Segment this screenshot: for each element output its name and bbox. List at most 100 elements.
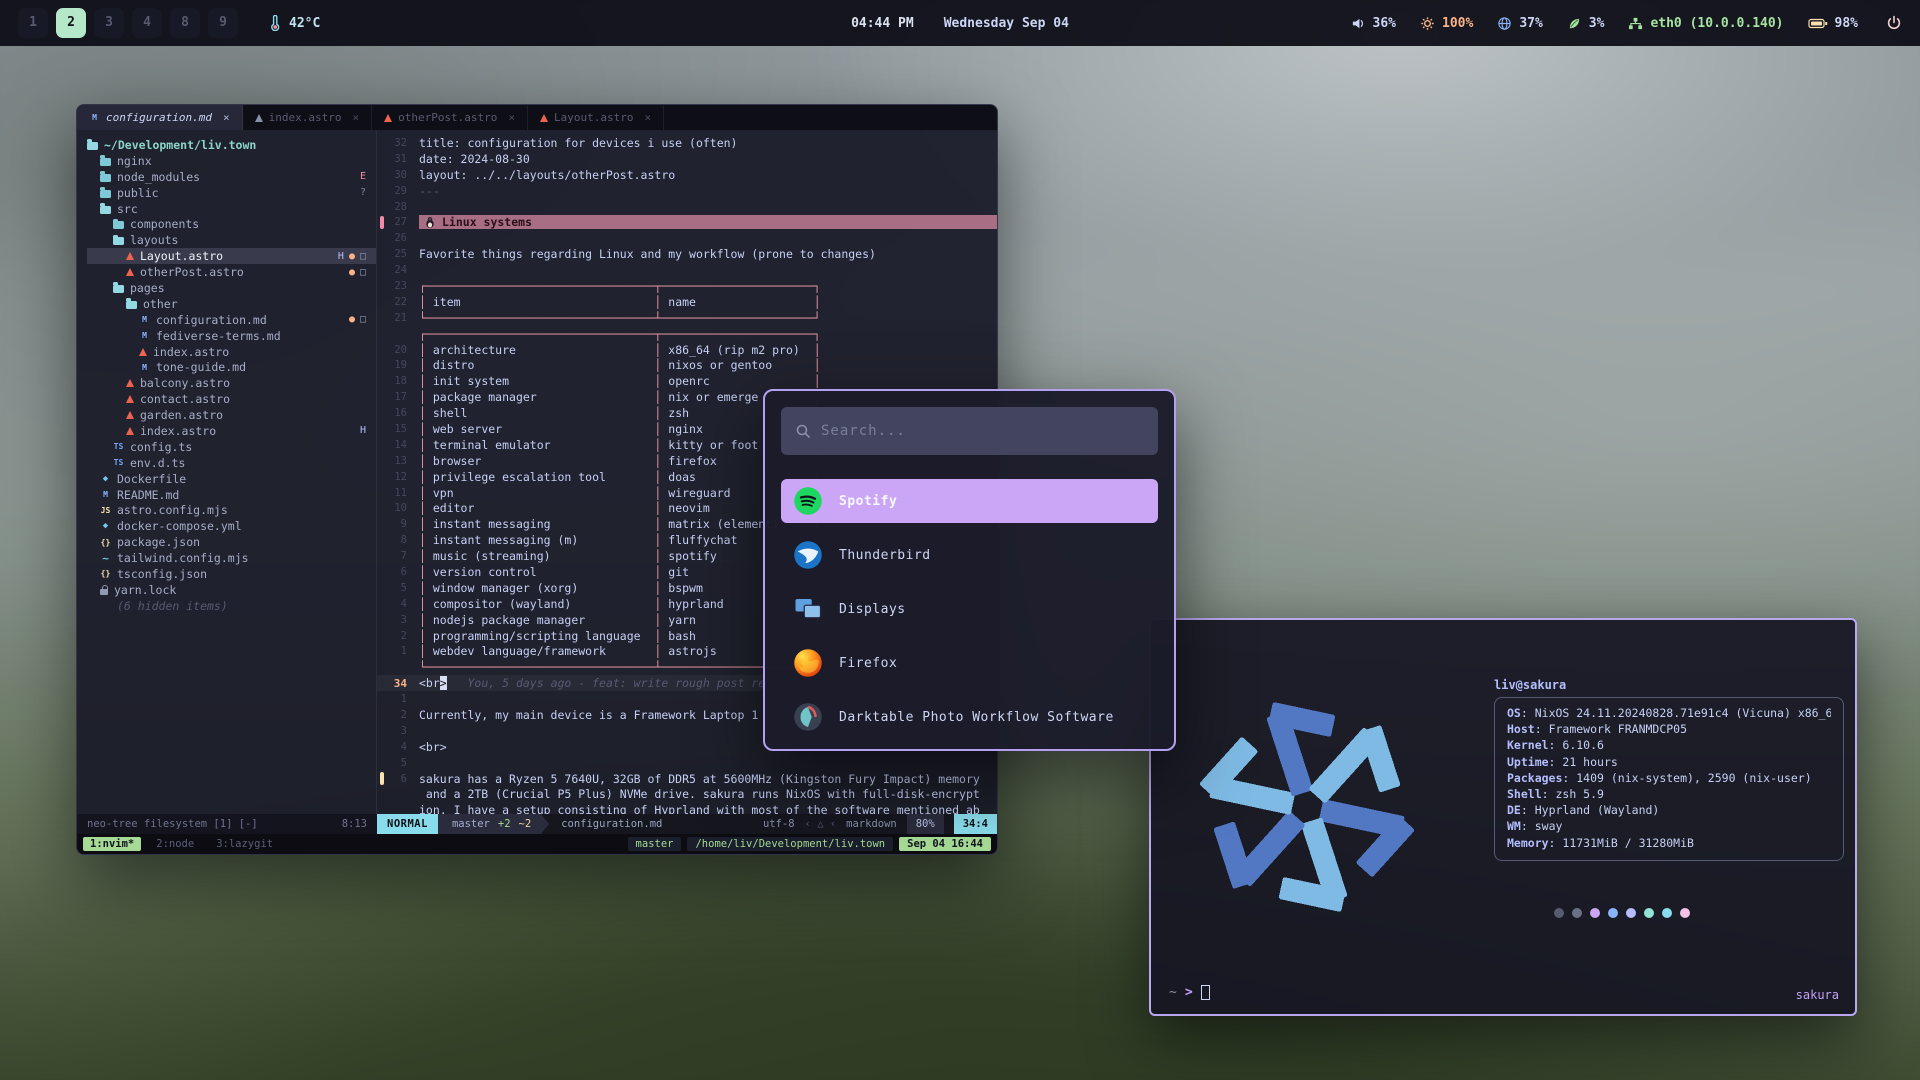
workspace-button-3[interactable]: 3: [94, 8, 124, 38]
volume-widget[interactable]: 36%: [1351, 16, 1396, 31]
palette-color-7: [1662, 908, 1672, 918]
tree-item-garden.astro[interactable]: garden.astro: [87, 407, 376, 423]
editor-tab-Layout.astro[interactable]: Layout.astro×: [528, 105, 664, 130]
tree-item-Layout.astro[interactable]: Layout.astroH●□: [87, 248, 376, 264]
table-cell: compositor (wayland): [433, 597, 655, 611]
editor-tab-index.astro[interactable]: index.astro×: [243, 105, 372, 130]
table-cell: package manager: [433, 390, 655, 404]
table-border: └─────────────────────────────────┴─────…: [419, 660, 821, 674]
brightness-widget[interactable]: 100%: [1420, 16, 1473, 31]
tree-item-(6 hidden items)[interactable]: (6 hidden items): [87, 598, 376, 614]
tree-item-env.d.ts[interactable]: TSenv.d.ts: [87, 455, 376, 471]
editor-tab-otherPost.astro[interactable]: otherPost.astro×: [372, 105, 528, 130]
tree-item-tsconfig.json[interactable]: {}tsconfig.json: [87, 566, 376, 582]
search-input[interactable]: Search...: [781, 407, 1158, 455]
tree-item-configuration.md[interactable]: Mconfiguration.md●□: [87, 312, 376, 328]
buffer-line: 24: [377, 262, 997, 278]
tree-item-README.md[interactable]: MREADME.md: [87, 487, 376, 503]
launcher-results: Spotify Thunderbird Displays Firefox Darktab…: [781, 479, 1158, 739]
tree-item-tailwind.config.mjs[interactable]: ~tailwind.config.mjs: [87, 550, 376, 566]
battery-widget[interactable]: 98%: [1808, 16, 1858, 31]
tree-item-other[interactable]: other: [87, 296, 376, 312]
buffer-line: 26: [377, 230, 997, 246]
tree-item-src[interactable]: src: [87, 201, 376, 217]
filetype: markdown: [846, 818, 897, 830]
palette-color-8: [1680, 908, 1690, 918]
line-number: 6: [387, 773, 419, 785]
spotify-icon: [793, 486, 823, 516]
typescript-file-icon: TS: [113, 458, 124, 467]
tree-item-index.astro[interactable]: index.astro: [87, 344, 376, 360]
shell-prompt[interactable]: ~ >: [1169, 985, 1210, 1000]
workspace-button-9[interactable]: 9: [208, 8, 238, 38]
tree-item-name: public: [117, 186, 159, 200]
lock-icon: [100, 589, 108, 595]
tree-item-nginx[interactable]: nginx: [87, 153, 376, 169]
launcher-item-displays[interactable]: Displays: [781, 587, 1158, 631]
bar-right: 36% 100% 37% 3% eth0 (10.0.0.140) 98%: [1351, 15, 1902, 31]
tree-item-Dockerfile[interactable]: ◆Dockerfile: [87, 471, 376, 487]
tree-item-package.json[interactable]: {}package.json: [87, 534, 376, 550]
line-number: 23: [387, 280, 419, 292]
launcher-item-darktable-photo-workflow-software[interactable]: Darktable Photo Workflow Software: [781, 695, 1158, 739]
launcher-item-firefox[interactable]: Firefox: [781, 641, 1158, 685]
workspace-button-2[interactable]: 2: [56, 8, 86, 38]
table-border: │: [814, 343, 821, 357]
tmux-window-1:nvim*[interactable]: 1:nvim*: [83, 837, 141, 851]
network-usage-widget[interactable]: 37%: [1497, 16, 1542, 31]
buffer-line: 5: [377, 755, 997, 771]
badge-H: H: [360, 425, 366, 436]
line-number: 19: [387, 359, 419, 371]
tab-close-icon[interactable]: ×: [352, 111, 359, 124]
line-number: 6: [387, 566, 419, 578]
tree-item-name: README.md: [117, 488, 179, 502]
tab-close-icon[interactable]: ×: [508, 111, 515, 124]
editor-tab-configuration.md[interactable]: Mconfiguration.md×: [77, 105, 243, 130]
tree-root[interactable]: ~/Development/liv.town: [87, 137, 376, 153]
network-widget[interactable]: eth0 (10.0.0.140): [1628, 16, 1783, 31]
power-button[interactable]: [1886, 15, 1902, 31]
tree-item-otherPost.astro[interactable]: otherPost.astro●□: [87, 264, 376, 280]
cpu-widget[interactable]: 3%: [1567, 16, 1605, 31]
workspace-button-4[interactable]: 4: [132, 8, 162, 38]
tmux-window-2:node[interactable]: 2:node: [149, 837, 201, 851]
line-content: [419, 724, 426, 738]
palette-color-2: [1572, 908, 1582, 918]
tree-item-pages[interactable]: pages: [87, 280, 376, 296]
tree-item-astro.config.mjs[interactable]: JSastro.config.mjs: [87, 502, 376, 518]
launcher-item-thunderbird[interactable]: Thunderbird: [781, 533, 1158, 577]
tree-item-balcony.astro[interactable]: balcony.astro: [87, 375, 376, 391]
tmux-window-3:lazygit[interactable]: 3:lazygit: [209, 837, 280, 851]
tab-close-icon[interactable]: ×: [223, 111, 230, 124]
line-number: 27: [387, 216, 419, 228]
tree-item-layouts[interactable]: layouts: [87, 232, 376, 248]
tab-close-icon[interactable]: ×: [645, 111, 652, 124]
line-number: 29: [387, 185, 419, 197]
tree-item-public[interactable]: public?: [87, 185, 376, 201]
line-content: [419, 756, 426, 770]
workspace-button-8[interactable]: 8: [170, 8, 200, 38]
tree-item-node_modules[interactable]: node_modulesE: [87, 169, 376, 185]
app-launcher: Search... Spotify Thunderbird Displays Fire…: [763, 389, 1176, 751]
tree-item-docker-compose.yml[interactable]: ◆docker-compose.yml: [87, 518, 376, 534]
markdown-file-icon: M: [139, 363, 150, 372]
tree-item-contact.astro[interactable]: contact.astro: [87, 391, 376, 407]
tree-item-components[interactable]: components: [87, 216, 376, 232]
tree-item-name: src: [117, 202, 138, 216]
palette-color-5: [1626, 908, 1636, 918]
launcher-item-spotify[interactable]: Spotify: [781, 479, 1158, 523]
tree-item-tone-guide.md[interactable]: Mtone-guide.md: [87, 359, 376, 375]
tree-item-config.ts[interactable]: TSconfig.ts: [87, 439, 376, 455]
tree-item-fediverse-terms.md[interactable]: Mfediverse-terms.md: [87, 328, 376, 344]
table-border: │: [419, 549, 433, 563]
terminal-window[interactable]: liv@sakura OS: NixOS 24.11.20240828.71e9…: [1149, 618, 1857, 1016]
tree-item-index.astro[interactable]: index.astroH: [87, 423, 376, 439]
workspace-button-1[interactable]: 1: [18, 8, 48, 38]
table-cell: privilege escalation tool: [433, 470, 655, 484]
fetch-output: liv@sakura OS: NixOS 24.11.20240828.71e9…: [1494, 678, 1846, 861]
neotree-panel[interactable]: ~/Development/liv.town nginxnode_modules…: [77, 131, 377, 814]
folder-open-icon: [87, 142, 98, 150]
docker-file-icon: ◆: [100, 521, 111, 531]
file-encoding: utf-8: [763, 818, 795, 830]
tree-item-yarn.lock[interactable]: yarn.lock: [87, 582, 376, 598]
